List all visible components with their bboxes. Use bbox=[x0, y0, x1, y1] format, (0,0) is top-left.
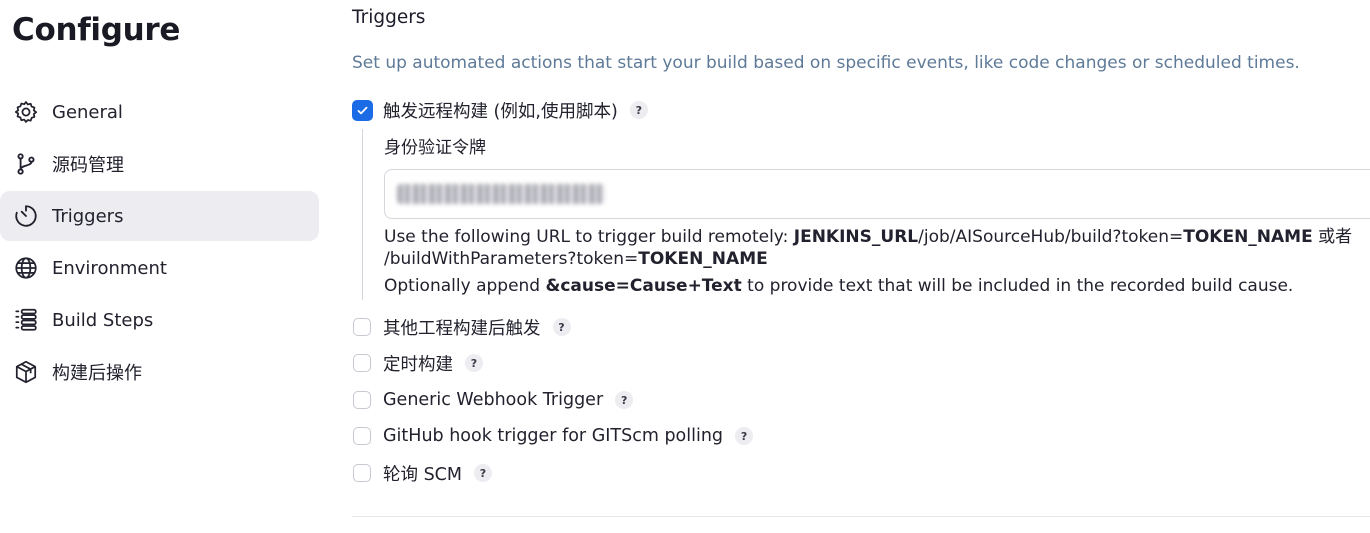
trigger-option-github-hook: GitHub hook trigger for GITScm polling ? bbox=[352, 424, 754, 448]
remote-trigger-option: 触发远程构建 (例如,使用脚本) ? bbox=[352, 98, 648, 122]
sidebar-item-label: Environment bbox=[52, 257, 167, 279]
trigger-option-upstream: 其他工程构建后触发 ? bbox=[352, 315, 571, 339]
checkmark-icon bbox=[357, 106, 368, 114]
section-description: Set up automated actions that start your… bbox=[352, 53, 1300, 73]
package-icon bbox=[12, 358, 40, 386]
help-icon[interactable]: ? bbox=[735, 427, 754, 445]
help-icon[interactable]: ? bbox=[552, 318, 571, 336]
sidebar-item-build-steps[interactable]: Build Steps bbox=[0, 295, 319, 345]
trigger-label[interactable]: 其他工程构建后触发 bbox=[383, 315, 541, 340]
page-title: Configure bbox=[12, 12, 181, 48]
trigger-option-scheduled: 定时构建 ? bbox=[352, 351, 483, 375]
obscured-token-value bbox=[397, 184, 605, 204]
help-icon[interactable]: ? bbox=[629, 101, 648, 119]
trigger-checkbox[interactable] bbox=[353, 318, 371, 336]
trigger-label[interactable]: 定时构建 bbox=[383, 351, 453, 376]
section-divider bbox=[352, 516, 1370, 517]
trigger-checkbox[interactable] bbox=[353, 427, 371, 445]
help-icon[interactable]: ? bbox=[474, 464, 492, 482]
nested-section-border bbox=[362, 129, 363, 300]
globe-icon bbox=[12, 254, 40, 282]
sidebar-item-general[interactable]: General bbox=[0, 87, 319, 137]
source-branch-icon bbox=[12, 150, 40, 178]
sidebar-item-triggers[interactable]: Triggers bbox=[0, 191, 319, 241]
sidebar-item-environment[interactable]: Environment bbox=[0, 243, 319, 293]
trigger-url-help-line-1: Use the following URL to trigger build r… bbox=[384, 227, 1353, 247]
sidebar-item-label: 构建后操作 bbox=[52, 363, 142, 384]
timer-icon bbox=[12, 202, 40, 230]
section-title: Triggers bbox=[352, 7, 426, 28]
token-field-label: 身份验证令牌 bbox=[384, 138, 486, 158]
trigger-label[interactable]: Generic Webhook Trigger bbox=[383, 390, 603, 410]
sidebar-item-label: Build Steps bbox=[52, 309, 154, 331]
trigger-label[interactable]: GitHub hook trigger for GITScm polling bbox=[383, 426, 723, 446]
sidebar-item-source-code[interactable]: 源码管理 bbox=[0, 139, 319, 189]
sidebar-item-label: Triggers bbox=[52, 205, 124, 227]
trigger-checkbox[interactable] bbox=[353, 391, 371, 409]
trigger-option-poll-scm: 轮询 SCM ? bbox=[352, 461, 492, 485]
trigger-url-help-line-3: Optionally append &cause=Cause+Text to p… bbox=[384, 276, 1294, 296]
help-icon[interactable]: ? bbox=[615, 391, 634, 409]
trigger-url-help-line-2: /buildWithParameters?token=TOKEN_NAME bbox=[384, 249, 768, 269]
help-icon[interactable]: ? bbox=[465, 354, 483, 372]
sidebar-item-label: 源码管理 bbox=[52, 155, 124, 176]
list-icon bbox=[12, 306, 40, 334]
trigger-checkbox[interactable] bbox=[353, 354, 371, 372]
trigger-option-generic-webhook: Generic Webhook Trigger ? bbox=[352, 388, 634, 412]
gear-icon bbox=[12, 98, 40, 126]
sidebar-item-label: General bbox=[52, 101, 123, 123]
remote-trigger-label[interactable]: 触发远程构建 (例如,使用脚本) bbox=[383, 98, 618, 123]
sidebar-item-post-build[interactable]: 构建后操作 bbox=[0, 347, 319, 397]
trigger-label[interactable]: 轮询 SCM bbox=[383, 461, 462, 486]
remote-trigger-checkbox[interactable] bbox=[352, 99, 373, 121]
sidebar-nav: General 源码管理 Triggers Environment Build … bbox=[0, 87, 319, 399]
trigger-checkbox[interactable] bbox=[353, 464, 371, 482]
